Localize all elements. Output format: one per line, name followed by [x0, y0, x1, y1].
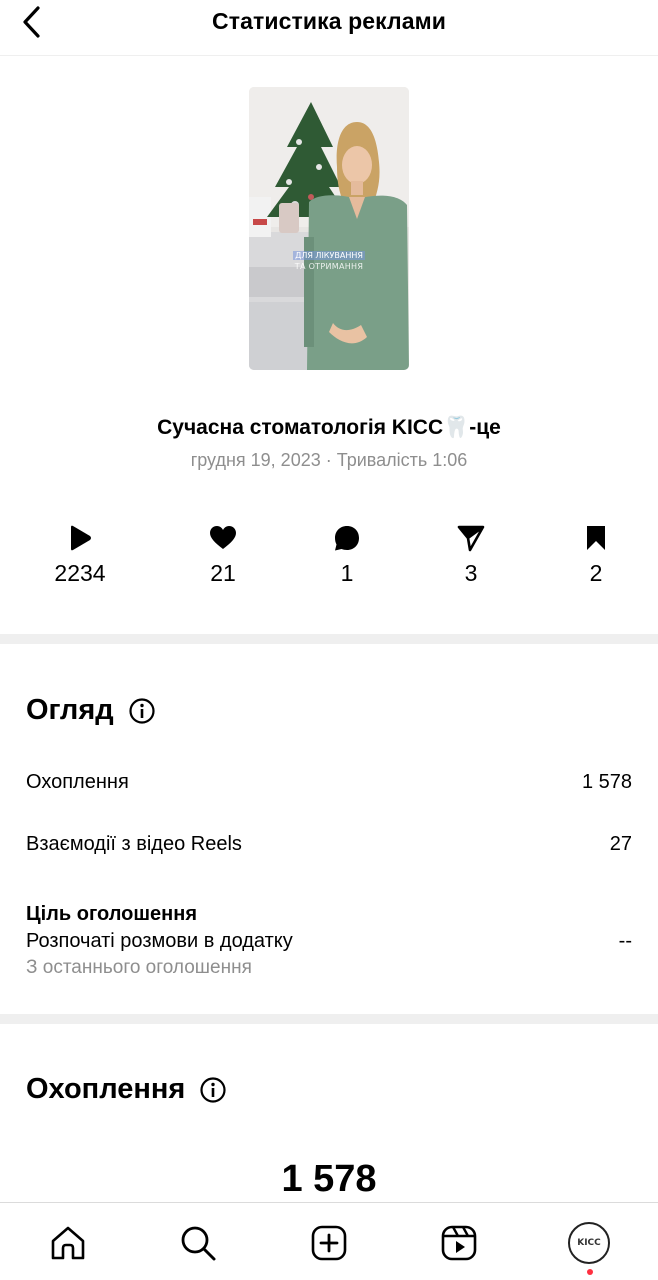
overview-section-title: Огляд — [26, 694, 156, 727]
avatar-text: KICC — [577, 1238, 601, 1248]
thumbnail-caption-line2: ТА ОТРИМАННЯ — [294, 262, 364, 271]
engagement-stats: 2234 21 1 3 2 — [0, 520, 658, 600]
reach-label: Охоплення — [26, 771, 129, 793]
reach-section-title: Охоплення — [26, 1073, 227, 1106]
info-icon[interactable] — [128, 697, 156, 725]
reach-value: 1 578 — [581, 771, 632, 793]
bottom-navigation: KICC — [0, 1202, 658, 1280]
reach-row: Охоплення 1 578 — [26, 771, 632, 794]
profile-avatar: KICC — [568, 1222, 610, 1264]
search-icon — [181, 1226, 216, 1261]
comments-count: 1 — [340, 560, 354, 586]
ad-goal-label: Ціль оголошення — [26, 903, 198, 925]
create-icon — [311, 1225, 347, 1261]
reel-thumbnail[interactable]: ДЛЯ ЛІКУВАННЯ ТА ОТРИМАННЯ — [249, 87, 409, 370]
ad-goal-result: -- — [618, 930, 632, 952]
saves-stat: 2 — [541, 520, 651, 587]
post-meta: грудня 19, 2023 · Тривалість 1:06 — [190, 450, 468, 470]
share-icon — [457, 525, 485, 552]
bookmark-icon — [587, 526, 605, 550]
nav-search[interactable] — [176, 1221, 220, 1265]
ad-goal-subtext: З останнього оголошення — [26, 957, 252, 978]
comment-icon — [335, 526, 359, 551]
reels-icon — [441, 1225, 477, 1261]
section-divider — [0, 634, 658, 644]
reach-title: Охоплення — [26, 1073, 186, 1105]
nav-profile[interactable]: KICC — [567, 1221, 611, 1265]
shares-stat: 3 — [416, 520, 526, 587]
overview-title: Огляд — [26, 694, 114, 726]
thumbnail-caption-line1: ДЛЯ ЛІКУВАННЯ — [293, 251, 365, 260]
nav-create[interactable] — [307, 1221, 351, 1265]
reels-interactions-row: Взаємодії з відео Reels 27 — [26, 833, 632, 856]
top-bar: Статистика реклами — [0, 0, 658, 56]
home-icon — [51, 1226, 85, 1260]
plays-count: 2234 — [54, 560, 106, 586]
saves-count: 2 — [589, 560, 603, 586]
thumbnail-caption: ДЛЯ ЛІКУВАННЯ ТА ОТРИМАННЯ — [249, 250, 409, 272]
comments-stat: 1 — [292, 520, 402, 587]
page-title: Статистика реклами — [212, 8, 446, 34]
plays-stat: 2234 — [25, 520, 135, 587]
notification-dot — [587, 1269, 593, 1275]
reels-interactions-value: 27 — [609, 833, 632, 855]
nav-home[interactable] — [46, 1221, 90, 1265]
info-icon[interactable] — [199, 1076, 227, 1104]
likes-stat: 21 — [168, 520, 278, 587]
section-divider — [0, 1014, 658, 1024]
heart-icon — [210, 526, 236, 549]
shares-count: 3 — [464, 560, 478, 586]
play-icon — [71, 525, 91, 551]
post-title: Сучасна стоматологія KICC🦷-це — [157, 416, 501, 439]
likes-count: 21 — [210, 560, 236, 586]
ad-goal-value: Розпочаті розмови в додатку — [26, 930, 293, 952]
reach-total: 1 578 — [281, 1158, 377, 1200]
nav-reels[interactable] — [437, 1221, 481, 1265]
reels-interactions-label: Взаємодії з відео Reels — [26, 833, 242, 855]
